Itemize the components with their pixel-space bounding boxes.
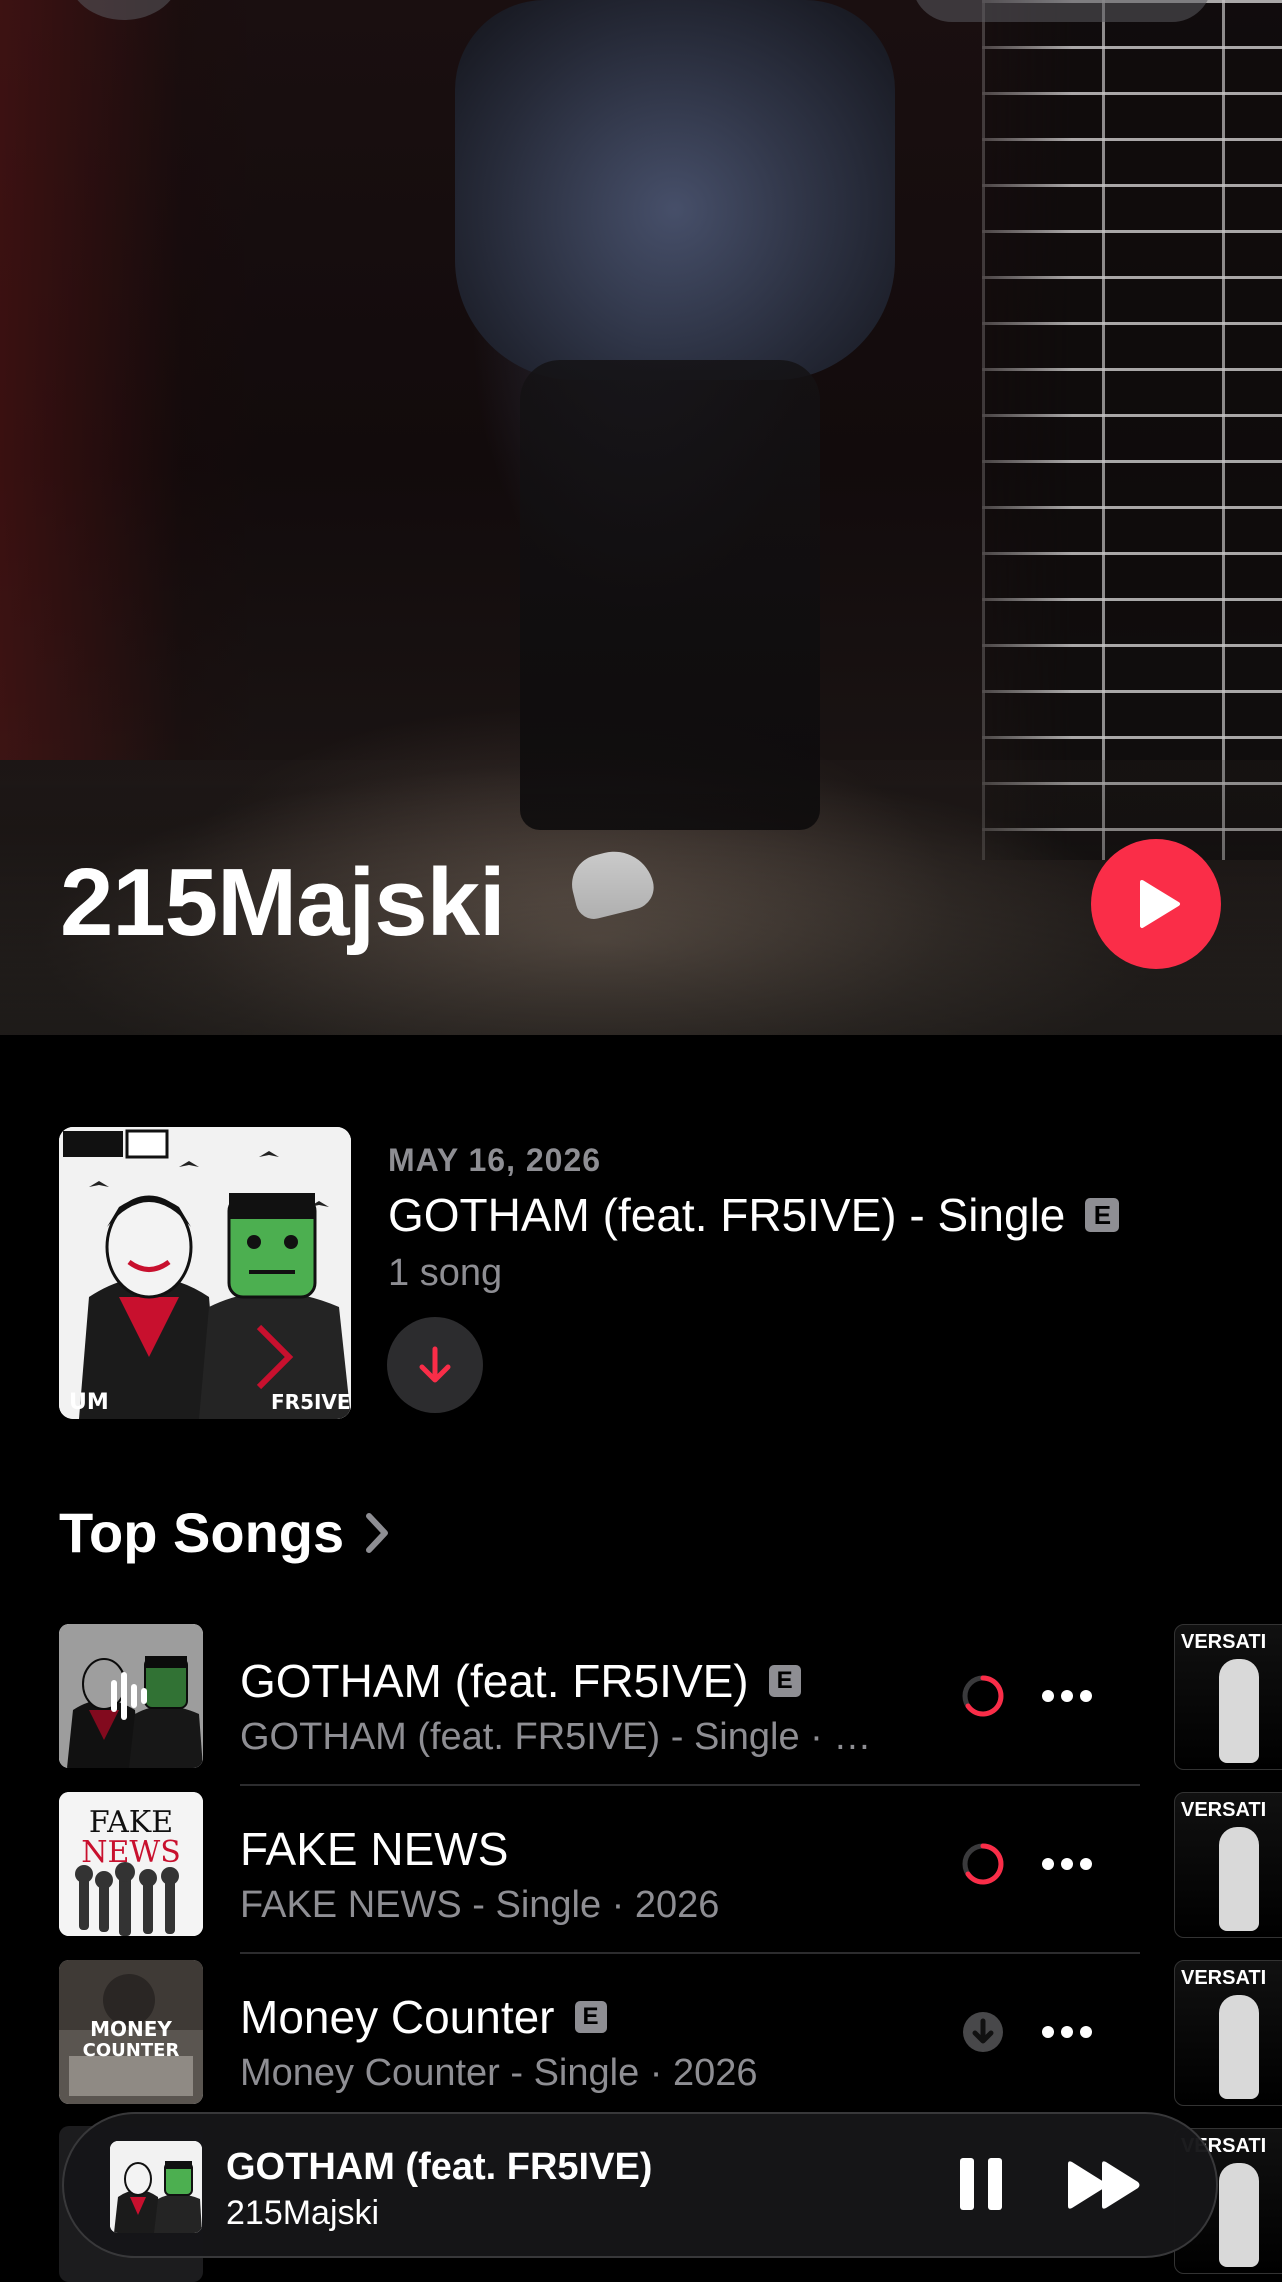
release-title-row[interactable]: GOTHAM (feat. FR5IVE) - Single E [388, 1188, 1120, 1242]
hero-artist-legs [520, 360, 820, 830]
arrow-down-icon [419, 1346, 451, 1383]
more-options-icon[interactable] [1040, 1854, 1094, 1874]
album-label: VERSATI [1181, 1799, 1267, 1821]
now-playing-artist: 215Majski [226, 2194, 380, 2232]
money-word-1: MONEY [90, 2017, 172, 2041]
artist-hero-image: 215Majski [0, 0, 1282, 1035]
explicit-badge: E [574, 2001, 607, 2033]
explicit-badge: E [768, 1665, 801, 1697]
song-row-money-counter[interactable]: MONEY COUNTER Money Counter E Money Coun… [0, 1952, 1140, 2120]
money-counter-cover-art: MONEY COUNTER [59, 1960, 203, 2104]
release-song-count: 1 song [388, 1252, 503, 1294]
song-row-gotham[interactable]: GOTHAM (feat. FR5IVE) E GOTHAM (feat. FR… [0, 1616, 1140, 1786]
download-release-button[interactable] [387, 1317, 483, 1413]
album-figure [1219, 1827, 1259, 1931]
download-progress-icon[interactable] [960, 1673, 1006, 1719]
song-title-row: FAKE NEWS [240, 1822, 508, 1876]
song-subtitle: Money Counter - Single · 2026 [240, 2052, 758, 2094]
song-title-row: GOTHAM (feat. FR5IVE) E [240, 1654, 801, 1708]
next-column-artwork[interactable]: VERSATI [1174, 1960, 1282, 2106]
now-playing-title: GOTHAM (feat. FR5IVE) [226, 2146, 653, 2188]
next-column-artwork[interactable]: VERSATI [1174, 1624, 1282, 1770]
hero-brick-wall [982, 0, 1282, 860]
pause-icon[interactable] [958, 2156, 1004, 2212]
hero-artist-figure [455, 0, 895, 380]
song-title-row: Money Counter E [240, 1990, 607, 2044]
chevron-right-icon [366, 1512, 389, 1553]
next-column-artwork[interactable]: VERSATI [1174, 1792, 1282, 1938]
album-label: VERSATI [1181, 1967, 1267, 1989]
song-title: GOTHAM (feat. FR5IVE) [240, 1655, 749, 1707]
album-figure [1219, 1995, 1259, 2099]
song-subtitle: GOTHAM (feat. FR5IVE) - Single · 2026 [240, 1716, 880, 1758]
gotham-cover-art [110, 2141, 202, 2233]
more-options-icon[interactable] [1040, 1686, 1094, 1706]
song-title: Money Counter [240, 1991, 555, 2043]
play-icon [1140, 880, 1180, 928]
more-options-icon[interactable] [1040, 2022, 1094, 2042]
release-title: GOTHAM (feat. FR5IVE) - Single [388, 1189, 1066, 1241]
play-artist-button[interactable] [1091, 839, 1221, 969]
song-subtitle: FAKE NEWS - Single · 2026 [240, 1884, 720, 1926]
song-row-fake-news[interactable]: FAKE NEWS FAKE NEWS FAKE NEWS - Single ·… [0, 1784, 1140, 1954]
song-artwork-money-counter: MONEY COUNTER [59, 1960, 203, 2104]
artist-name: 215Majski [60, 849, 506, 956]
album-figure [1219, 2163, 1259, 2267]
mini-player[interactable]: GOTHAM (feat. FR5IVE) 215Majski [62, 2112, 1218, 2258]
downloaded-icon[interactable] [960, 2009, 1006, 2055]
song-artwork-gotham [59, 1624, 203, 1768]
gotham-cover-art: UM FR5IVE [59, 1127, 351, 1419]
latest-release-artwork[interactable]: UM FR5IVE [59, 1127, 351, 1419]
fast-forward-icon[interactable] [1064, 2158, 1144, 2212]
top-songs-header[interactable]: Top Songs [59, 1500, 390, 1565]
header-actions[interactable] [912, 0, 1212, 22]
fake-news-cover-art: FAKE NEWS [59, 1792, 203, 1936]
now-playing-artwork [110, 2141, 202, 2233]
release-date: MAY 16, 2026 [388, 1142, 602, 1178]
gotham-cover-art [59, 1624, 203, 1768]
hero-door-glow [0, 0, 260, 760]
album-label: VERSATI [1181, 1631, 1267, 1653]
explicit-badge: E [1085, 1198, 1120, 1232]
cover-tag-left: UM [69, 1390, 109, 1415]
top-songs-title: Top Songs [59, 1501, 345, 1564]
money-word-2: COUNTER [83, 2040, 180, 2061]
album-figure [1219, 1659, 1259, 1763]
song-title: FAKE NEWS [240, 1823, 509, 1875]
song-artwork-fake-news: FAKE NEWS [59, 1792, 203, 1936]
cover-tag-right: FR5IVE [271, 1390, 351, 1414]
download-progress-icon[interactable] [960, 1841, 1006, 1887]
